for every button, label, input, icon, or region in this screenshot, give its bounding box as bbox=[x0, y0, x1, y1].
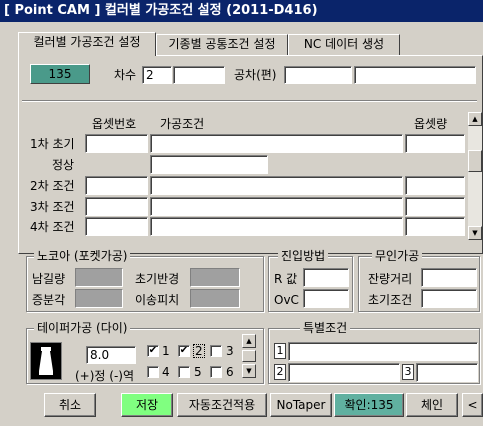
offset-no-field[interactable] bbox=[85, 197, 148, 216]
spin-up-icon[interactable]: ▲ bbox=[242, 334, 256, 348]
remain-distance-label: 잔량거리 bbox=[368, 272, 413, 286]
offset-no-field[interactable] bbox=[85, 134, 148, 153]
condition-field[interactable] bbox=[150, 155, 268, 174]
move-pitch-label: 이송피치 bbox=[135, 293, 180, 307]
spin-down-icon[interactable]: ▼ bbox=[242, 364, 256, 378]
tolerance-label: 공차(편) bbox=[234, 68, 277, 82]
tab-color-conditions[interactable]: 컬러별 가공조건 설정 bbox=[18, 32, 156, 56]
offset-amount-field[interactable] bbox=[405, 197, 465, 216]
col-header-offset-no: 옵셋번호 bbox=[92, 117, 137, 131]
condition-field[interactable] bbox=[150, 134, 403, 153]
checkbox-5-label: 5 bbox=[194, 365, 202, 379]
offset-amount-field[interactable] bbox=[405, 134, 465, 153]
col-header-condition: 가공조건 bbox=[160, 117, 205, 131]
window-title: [ Point CAM ] 컬러별 가공조건 설정 (2011-D416) bbox=[0, 0, 483, 22]
init-radius-label: 초기반경 bbox=[135, 272, 180, 286]
increment-label: 증분각 bbox=[32, 293, 66, 307]
pocket-group-title: 노코아 (포켓가공) bbox=[34, 249, 131, 263]
auto-apply-button[interactable]: 자동조건적용 bbox=[177, 393, 267, 417]
r-value-label: R 값 bbox=[274, 272, 298, 286]
scroll-down-icon[interactable]: ▼ bbox=[468, 226, 482, 240]
order-field[interactable]: 2 bbox=[142, 66, 172, 84]
taper-group-title: 테이퍼가공 (다이) bbox=[34, 321, 131, 335]
special-field-2[interactable] bbox=[288, 363, 400, 382]
taper-die-icon bbox=[30, 342, 62, 380]
checkbox-1[interactable]: ✔ bbox=[147, 345, 159, 357]
checkbox-1-label: 1 bbox=[162, 344, 170, 358]
checkbox-6-label: 6 bbox=[226, 365, 234, 379]
color-number-badge[interactable]: 135 bbox=[30, 64, 90, 84]
approach-group-title: 진입방법 bbox=[278, 249, 329, 263]
scroll-thumb[interactable] bbox=[468, 150, 482, 172]
special-field-3[interactable] bbox=[416, 363, 478, 382]
divider bbox=[22, 100, 477, 102]
tolerance-field-1[interactable] bbox=[284, 66, 352, 84]
checkbox-4[interactable] bbox=[147, 366, 159, 378]
special-row-3-label: 3 bbox=[402, 364, 414, 380]
row-label-3rd: 3차 조건 bbox=[30, 200, 75, 214]
remain-label: 남길량 bbox=[32, 272, 66, 286]
offset-amount-field[interactable] bbox=[405, 217, 465, 236]
condition-field[interactable] bbox=[150, 217, 403, 236]
cancel-button[interactable]: 취소 bbox=[44, 393, 96, 417]
offset-no-field[interactable] bbox=[85, 217, 148, 236]
taper-angle-field[interactable]: 8.0 bbox=[86, 346, 136, 364]
checkbox-3[interactable] bbox=[210, 345, 222, 357]
unmanned-group-title: 무인가공 bbox=[372, 249, 423, 263]
checkbox-2-label: 2 bbox=[193, 344, 205, 358]
init-condition-field[interactable] bbox=[421, 289, 477, 308]
direction-label: (+)정 (-)역 bbox=[75, 369, 135, 383]
tab-common-conditions[interactable]: 기종별 공통조건 설정 bbox=[156, 34, 288, 55]
checkbox-2[interactable]: ✔ bbox=[178, 345, 190, 357]
confirm-button[interactable]: 확인:135 bbox=[334, 393, 404, 417]
ovc-label: OvC bbox=[274, 293, 299, 307]
remain-field[interactable] bbox=[75, 268, 123, 287]
init-condition-label: 초기조건 bbox=[368, 293, 413, 307]
notaper-button[interactable]: NoTaper bbox=[270, 393, 332, 417]
special-field-1[interactable] bbox=[288, 342, 478, 361]
special-group-title: 특별조건 bbox=[300, 321, 351, 335]
checkbox-6[interactable] bbox=[210, 366, 222, 378]
special-row-1-label: 1 bbox=[274, 343, 286, 359]
increment-field[interactable] bbox=[75, 289, 123, 308]
ovc-field[interactable] bbox=[303, 289, 349, 308]
table-scrollbar[interactable] bbox=[468, 112, 482, 240]
chain-button[interactable]: 체인 bbox=[406, 393, 458, 417]
row-label-normal: 정상 bbox=[52, 158, 75, 172]
tolerance-field-2[interactable] bbox=[354, 66, 476, 84]
row-label-4th: 4차 조건 bbox=[30, 220, 75, 234]
r-value-field[interactable] bbox=[303, 268, 349, 287]
prev-arrow-button[interactable]: < bbox=[462, 393, 483, 417]
row-label-1st-init: 1차 초기 bbox=[30, 137, 75, 151]
special-row-2-label: 2 bbox=[274, 364, 286, 380]
condition-field[interactable] bbox=[150, 176, 403, 195]
offset-amount-field[interactable] bbox=[405, 176, 465, 195]
offset-no-field[interactable] bbox=[85, 176, 148, 195]
remain-distance-field[interactable] bbox=[421, 268, 477, 287]
spin-mid-button[interactable] bbox=[242, 350, 256, 362]
save-button[interactable]: 저장 bbox=[121, 393, 173, 417]
order-label: 차수 bbox=[114, 68, 137, 82]
order-extra-field[interactable] bbox=[173, 66, 225, 84]
condition-field[interactable] bbox=[150, 197, 403, 216]
move-pitch-field[interactable] bbox=[190, 289, 240, 308]
tab-nc-data[interactable]: NC 데이터 생성 bbox=[288, 34, 400, 55]
checkbox-5[interactable] bbox=[178, 366, 190, 378]
row-label-2nd: 2차 조건 bbox=[30, 179, 75, 193]
scroll-up-icon[interactable]: ▲ bbox=[468, 112, 482, 126]
init-radius-field[interactable] bbox=[190, 268, 240, 287]
checkbox-4-label: 4 bbox=[162, 365, 170, 379]
col-header-offset-amount: 옵셋량 bbox=[414, 117, 448, 131]
checkbox-3-label: 3 bbox=[226, 344, 234, 358]
